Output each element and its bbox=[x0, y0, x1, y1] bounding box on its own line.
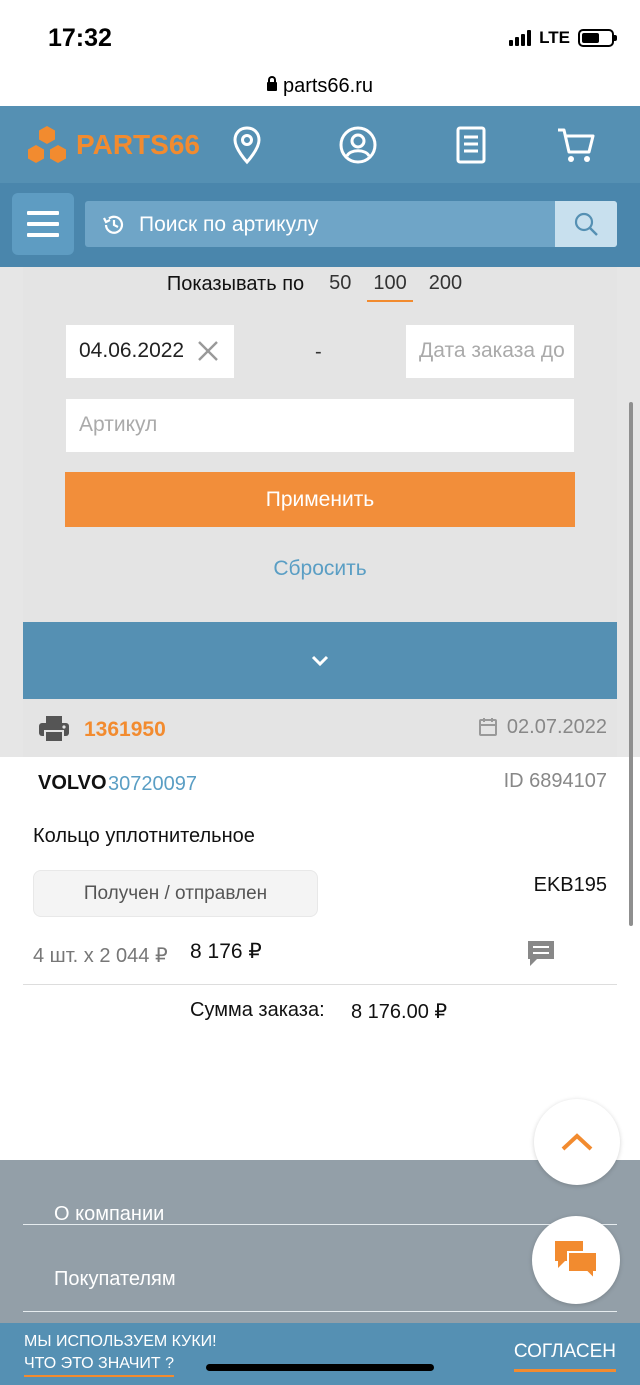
battery-icon bbox=[578, 29, 617, 47]
status-bar: 17:32 LTE bbox=[0, 0, 640, 66]
filter-toggle-bar[interactable] bbox=[23, 622, 617, 699]
signal-icon bbox=[509, 30, 532, 46]
order-sum-label: Сумма заказа: bbox=[190, 999, 325, 1021]
footer-link-about[interactable]: О компании bbox=[23, 1160, 617, 1225]
site-header: PARTS66 bbox=[0, 106, 640, 183]
status-indicators: LTE bbox=[509, 28, 617, 48]
page-size-option-200[interactable]: 200 bbox=[429, 272, 462, 302]
comment-icon[interactable] bbox=[526, 939, 556, 969]
cookie-text: МЫ ИСПОЛЬЗУЕМ КУКИ! bbox=[24, 1333, 217, 1350]
chevron-down-icon bbox=[311, 655, 329, 666]
page-size-selector: Показывать по 50 100 200 bbox=[23, 269, 617, 302]
scrollbar[interactable] bbox=[629, 402, 633, 926]
item-part-number[interactable]: 30720097 bbox=[108, 773, 197, 796]
status-badge: Получен / отправлен bbox=[33, 870, 318, 917]
history-icon bbox=[103, 215, 124, 234]
search-placeholder: Поиск по артикулу bbox=[139, 213, 319, 236]
orders-icon[interactable] bbox=[450, 124, 492, 166]
location-icon[interactable] bbox=[226, 124, 268, 166]
date-from-field[interactable]: 04.06.2022 bbox=[66, 325, 234, 378]
date-to-field[interactable]: Дата заказа до bbox=[406, 325, 574, 378]
item-id: ID 6894107 bbox=[503, 770, 607, 792]
order-number[interactable]: 1361950 bbox=[84, 718, 166, 742]
line-total: 8 176 ₽ bbox=[190, 940, 262, 963]
account-icon[interactable] bbox=[337, 124, 379, 166]
search-input[interactable]: Поиск по артикулу bbox=[85, 201, 617, 247]
calendar-icon bbox=[479, 718, 497, 736]
search-button[interactable] bbox=[555, 201, 617, 247]
logo-hex-icon bbox=[28, 126, 66, 163]
printer-icon[interactable] bbox=[38, 715, 70, 743]
chat-button[interactable] bbox=[532, 1216, 620, 1304]
network-type: LTE bbox=[539, 28, 570, 47]
page-size-option-50[interactable]: 50 bbox=[329, 272, 351, 302]
address-bar[interactable]: parts66.ru bbox=[0, 66, 640, 106]
scroll-top-button[interactable] bbox=[534, 1099, 620, 1185]
quantity-price: 4 шт. x 2 044 ₽ bbox=[33, 945, 168, 967]
logo-text: PARTS66 bbox=[76, 129, 200, 160]
page-size-option-100[interactable]: 100 bbox=[367, 272, 414, 302]
cookie-message: МЫ ИСПОЛЬЗУЕМ КУКИ! ЧТО ЭТО ЗНАЧИТ ? bbox=[24, 1331, 217, 1377]
article-field[interactable]: Артикул bbox=[66, 399, 574, 452]
item-brand: VOLVO bbox=[38, 772, 107, 794]
order-header: 1361950 02.07.2022 bbox=[23, 699, 617, 757]
order-date: 02.07.2022 bbox=[506, 716, 607, 738]
date-from-value: 04.06.2022 bbox=[79, 339, 185, 362]
cookie-info-link[interactable]: ЧТО ЭТО ЗНАЧИТ ? bbox=[24, 1353, 174, 1377]
search-icon bbox=[574, 212, 598, 236]
filter-panel: Показывать по 50 100 200 04.06.2022 - Да… bbox=[23, 267, 617, 623]
reset-link[interactable]: Сбросить bbox=[23, 557, 617, 581]
cookie-agree-button[interactable]: СОГЛАСЕН bbox=[513, 1341, 616, 1372]
date-separator: - bbox=[315, 341, 322, 363]
home-indicator bbox=[206, 1364, 434, 1371]
footer-link-customers[interactable]: Покупателям bbox=[23, 1225, 617, 1312]
cookie-banner: МЫ ИСПОЛЬЗУЕМ КУКИ! ЧТО ЭТО ЗНАЧИТ ? СОГ… bbox=[0, 1323, 640, 1385]
clock: 17:32 bbox=[48, 24, 112, 52]
clear-date-icon[interactable] bbox=[196, 339, 220, 363]
item-name: Кольцо уплотнительное bbox=[33, 825, 255, 847]
logo[interactable]: PARTS66 bbox=[24, 124, 200, 166]
cart-icon[interactable] bbox=[555, 124, 597, 166]
lock-icon bbox=[266, 76, 277, 94]
search-row: Поиск по артикулу bbox=[0, 183, 640, 267]
chevron-up-icon bbox=[561, 1133, 593, 1151]
chat-icon bbox=[555, 1241, 598, 1281]
divider bbox=[23, 984, 617, 985]
apply-button[interactable]: Применить bbox=[65, 472, 575, 527]
warehouse-code: EKB195 bbox=[533, 874, 607, 896]
url-text: parts66.ru bbox=[282, 74, 374, 97]
order-details: VOLVO 30720097 ID 6894107 Кольцо уплотни… bbox=[0, 757, 640, 1160]
order-sum-value: 8 176.00 ₽ bbox=[351, 1001, 448, 1023]
menu-button[interactable] bbox=[12, 193, 74, 255]
page-size-label: Показывать по bbox=[166, 272, 305, 295]
